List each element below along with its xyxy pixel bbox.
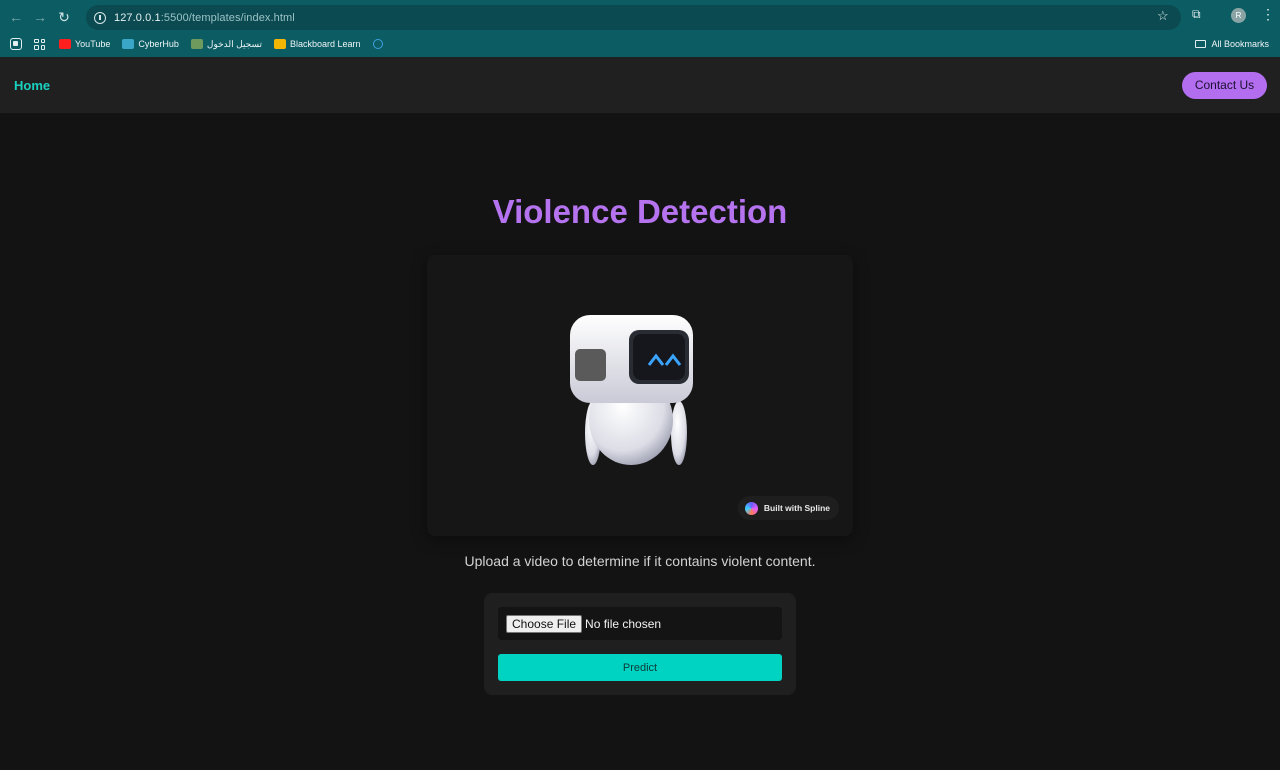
bookmark-label: تسجيل الدخول [206,38,263,49]
site-navbar: Home Contact Us [0,57,1280,113]
instructions-text: Upload a video to determine if it contai… [464,553,816,569]
page-title: Violence Detection [492,193,788,230]
built-with-spline-badge[interactable]: Built with Spline [737,496,839,520]
folder-icon [1195,40,1207,48]
browser-chrome: ← → ↻ 127.0.0.1:5500/templates/index.htm… [0,0,1280,57]
bookmark-star-icon[interactable]: ☆ [1157,8,1169,24]
bookmark-login[interactable]: تسجيل الدخول [190,38,263,50]
apps-icon[interactable] [34,38,45,50]
bookmark-extra[interactable] [372,39,387,49]
all-bookmarks[interactable]: All Bookmarks [1195,34,1269,54]
file-status-text: No file chosen [585,616,662,631]
spline-scene[interactable]: Built with Spline [427,255,853,536]
bookmark-label: Blackboard Learn [290,39,361,49]
robot-illustration [570,315,693,465]
spline-logo-icon [744,501,758,515]
bookmark-blackboard[interactable]: Blackboard Learn [274,39,361,49]
bookmark-label: CyberHub [138,39,179,49]
home-link[interactable]: Home [14,78,50,93]
youtube-icon [59,39,71,49]
predict-button[interactable]: Predict [498,654,782,681]
forward-icon[interactable]: → [28,5,52,29]
bookmark-label: YouTube [75,39,111,49]
bookmark-cyberhub[interactable]: CyberHub [122,39,179,49]
address-bar[interactable]: 127.0.0.1:5500/templates/index.html [86,5,1181,30]
login-site-icon [190,39,203,49]
spline-badge-label: Built with Spline [763,503,830,513]
profile-avatar[interactable]: R [1231,8,1246,23]
contact-us-button[interactable]: Contact Us [1182,71,1267,99]
cyberhub-icon [122,39,135,49]
reload-icon[interactable]: ↻ [52,5,76,29]
extensions-icon[interactable]: ⧉ [1192,7,1206,21]
site-info-icon[interactable] [94,11,106,24]
browser-menu-icon[interactable]: ⋮ [1261,7,1275,21]
all-bookmarks-label: All Bookmarks [1211,39,1269,49]
url-host: 127.0.0.1 [114,11,161,24]
file-input[interactable]: Choose File No file chosen [498,607,782,640]
url-path: :5500/templates/index.html [160,11,295,24]
upload-form: Choose File No file chosen Predict [484,593,796,695]
choose-file-button[interactable]: Choose File [506,614,583,633]
tab-search-icon[interactable] [10,38,22,50]
globe-icon [372,39,383,49]
back-icon[interactable]: ← [4,5,28,29]
bookmark-youtube[interactable]: YouTube [59,39,110,49]
url-text: 127.0.0.1:5500/templates/index.html [114,12,295,24]
bookmarks-bar: YouTube CyberHub تسجيل الدخول Blackboard… [0,34,1280,54]
blackboard-icon [274,39,287,49]
